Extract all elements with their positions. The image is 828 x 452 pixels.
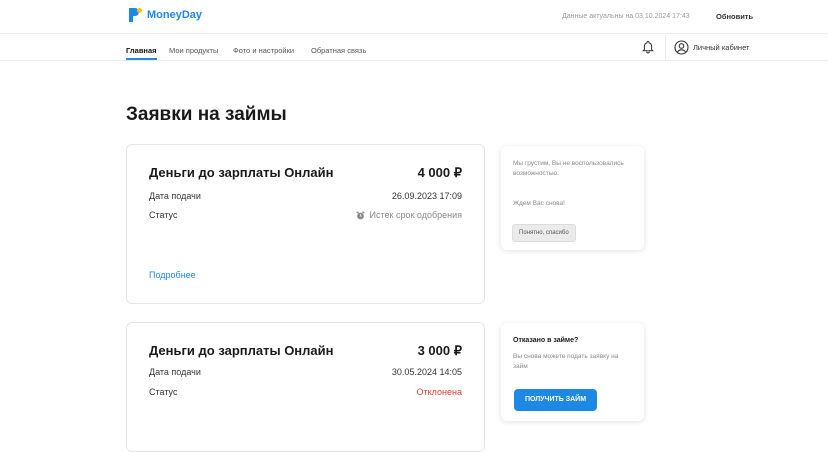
bell-icon[interactable]	[641, 40, 655, 54]
date-label: Дата подачи	[149, 367, 201, 377]
loan-amount: 4 000 ₽	[417, 165, 462, 180]
page-title: Заявки на займы	[126, 104, 287, 125]
logo-icon	[129, 8, 142, 22]
missed-offer-text-2: Ждем Вас снова!	[513, 200, 565, 207]
details-link[interactable]: Подробнее	[149, 270, 196, 280]
loan-name: Деньги до зарплаты Онлайн	[149, 343, 334, 358]
missed-offer-panel: Мы грустим, Вы не воспользовались возмож…	[501, 146, 644, 250]
acknowledge-button[interactable]: Понятно, спасибо	[512, 224, 576, 242]
nav-item-photo-settings[interactable]: Фото и настройки	[233, 46, 294, 55]
alarm-clock-icon	[356, 211, 364, 219]
account-label: Личный кабинет	[693, 43, 750, 52]
status-text: Истек срок одобрения	[369, 210, 462, 220]
status-value: Истек срок одобрения	[356, 210, 462, 220]
status-label: Статус	[149, 210, 178, 220]
get-loan-button[interactable]: ПОЛУЧИТЬ ЗАЙМ	[514, 389, 597, 411]
declined-text: Вы снова можете подать заявку на займ	[513, 353, 619, 370]
declined-title: Отказано в займе?	[513, 337, 579, 344]
declined-panel: Отказано в займе? Вы снова можете подать…	[501, 323, 644, 421]
status-value: Отклонена	[416, 387, 462, 397]
nav-divider	[665, 35, 666, 61]
loan-name: Деньги до зарплаты Онлайн	[149, 165, 334, 180]
refresh-button[interactable]: Обновить	[716, 12, 753, 21]
nav-item-my-products[interactable]: Мои продукты	[169, 46, 218, 55]
date-value: 30.05.2024 14:05	[391, 367, 462, 377]
missed-offer-text: Мы грустим, Вы не воспользовались возмож…	[513, 160, 624, 177]
data-updated-text: Данные актуальны на 03.10.2024 17:43	[562, 13, 690, 20]
nav-item-feedback[interactable]: Обратная связь	[311, 46, 366, 55]
nav-active-indicator	[126, 58, 157, 60]
user-circle-icon	[674, 40, 689, 55]
loan-amount: 3 000 ₽	[417, 343, 462, 358]
logo-text: MoneyDay	[147, 9, 203, 21]
date-value: 26.09.2023 17:09	[391, 191, 462, 201]
date-label: Дата подачи	[149, 191, 201, 201]
top-bar: MoneyDay Данные актуальны на 03.10.2024 …	[0, 0, 828, 34]
account-link[interactable]: Личный кабинет	[674, 40, 749, 55]
status-label: Статус	[149, 387, 178, 397]
loan-card: Деньги до зарплаты Онлайн 4 000 ₽ Дата п…	[126, 144, 485, 304]
nav-item-home[interactable]: Главная	[126, 46, 157, 55]
logo[interactable]: MoneyDay	[126, 6, 202, 24]
